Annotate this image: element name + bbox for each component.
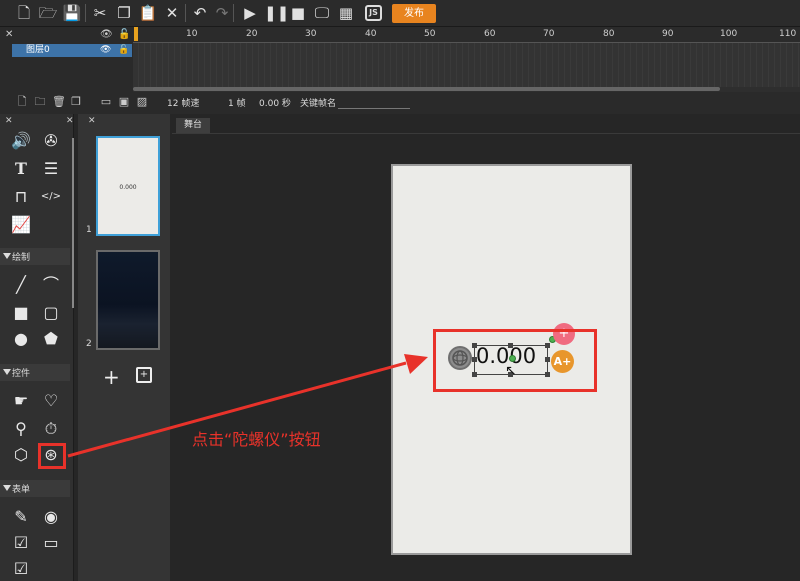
annotation-arrow bbox=[67, 354, 428, 458]
annotation-text: 点击“陀螺仪”按钮 bbox=[192, 430, 321, 449]
